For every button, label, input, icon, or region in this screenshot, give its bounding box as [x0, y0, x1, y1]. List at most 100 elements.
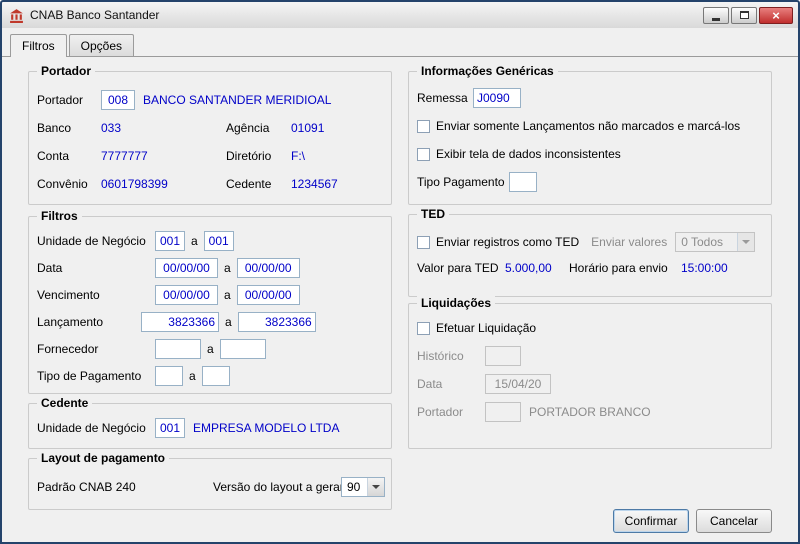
left-column: Portador Portador BANCO SANTANDER MERIDI…	[28, 71, 392, 542]
group-portador: Portador Portador BANCO SANTANDER MERIDI…	[28, 71, 392, 205]
form-row: Enviar somente Lançamentos não marcados …	[417, 112, 763, 140]
tab-filtros[interactable]: Filtros	[10, 34, 67, 57]
range-separator: a	[225, 315, 232, 329]
chevron-down-icon	[737, 233, 754, 251]
group-ted: TED Enviar registros como TED Enviar val…	[408, 214, 772, 297]
tab-opcoes[interactable]: Opções	[69, 34, 134, 56]
liquidacao-data-input	[485, 374, 551, 394]
conta-value: 7777777	[101, 149, 226, 163]
group-ted-title: TED	[417, 207, 449, 221]
checkbox-enviar-registros-ted-label[interactable]: Enviar registros como TED	[436, 235, 579, 249]
group-informacoes-genericas: Informações Genéricas Remessa Enviar som…	[408, 71, 772, 205]
remessa-input[interactable]	[473, 88, 521, 108]
data-from-input[interactable]	[155, 258, 218, 278]
tipo-pagamento-label: Tipo Pagamento	[417, 175, 509, 189]
portador-code-input[interactable]	[101, 90, 135, 110]
lancamento-from-input[interactable]	[141, 312, 219, 332]
diretorio-value: F:\	[291, 149, 305, 163]
checkbox-exibir-tela-dados-inconsistentes-label[interactable]: Exibir tela de dados inconsistentes	[436, 147, 621, 161]
form-row: Remessa	[417, 84, 763, 112]
cedente-unidade-input[interactable]	[155, 418, 185, 438]
enviar-valores-selected-value: 0 Todos	[681, 235, 737, 249]
tipo-pagamento-from-input[interactable]	[155, 366, 183, 386]
checkbox-efetuar-liquidacao-label[interactable]: Efetuar Liquidação	[436, 321, 536, 335]
dialog-window: CNAB Banco Santander × Filtros Opções Po…	[0, 0, 800, 544]
form-row: Convênio 0601798399 Cedente 1234567	[37, 170, 383, 198]
versao-layout-label: Versão do layout a gerar	[213, 480, 341, 494]
checkbox-efetuar-liquidacao[interactable]	[417, 322, 430, 335]
banco-value: 033	[101, 121, 226, 135]
form-row: Vencimento a	[37, 281, 383, 308]
titlebar[interactable]: CNAB Banco Santander ×	[2, 2, 798, 28]
right-column: Informações Genéricas Remessa Enviar som…	[408, 71, 772, 542]
agencia-value: 01091	[291, 121, 324, 135]
valor-ted-value: 5.000,00	[505, 261, 569, 275]
conta-label: Conta	[37, 149, 101, 163]
form-row: Portador BANCO SANTANDER MERIDIOAL	[37, 86, 383, 114]
cancelar-button[interactable]: Cancelar	[696, 509, 772, 533]
range-separator: a	[224, 288, 231, 302]
form-row: Data	[417, 370, 763, 398]
cedente-unidade-label: Unidade de Negócio	[37, 421, 155, 435]
versao-layout-selected-value: 90	[347, 480, 367, 494]
form-row: Efetuar Liquidação	[417, 314, 763, 342]
enviar-valores-label: Enviar valores	[591, 235, 667, 249]
maximize-button[interactable]	[731, 7, 757, 24]
versao-layout-select[interactable]: 90	[341, 477, 385, 497]
group-liquidacoes-title: Liquidações	[417, 296, 495, 310]
valor-ted-label: Valor para TED	[417, 261, 505, 275]
historico-input	[485, 346, 521, 366]
group-cedente-title: Cedente	[37, 396, 92, 410]
cedente-value: 1234567	[291, 177, 338, 191]
unidade-negocio-from-input[interactable]	[155, 231, 185, 251]
tipo-pagamento-range-label: Tipo de Pagamento	[37, 369, 155, 383]
checkbox-enviar-somente-lancamentos-label[interactable]: Enviar somente Lançamentos não marcados …	[436, 119, 740, 133]
form-row: Tipo Pagamento	[417, 168, 763, 196]
vencimento-label: Vencimento	[37, 288, 155, 302]
tab-bar: Filtros Opções	[2, 28, 798, 56]
form-row: Conta 7777777 Diretório F:\	[37, 142, 383, 170]
form-row: Valor para TED 5.000,00 Horário para env…	[417, 255, 763, 281]
close-icon: ×	[772, 9, 780, 22]
convenio-value: 0601798399	[101, 177, 226, 191]
vencimento-from-input[interactable]	[155, 285, 218, 305]
checkbox-enviar-registros-ted[interactable]	[417, 236, 430, 249]
minimize-icon	[712, 18, 720, 21]
lancamento-to-input[interactable]	[238, 312, 316, 332]
diretorio-label: Diretório	[226, 149, 291, 163]
checkbox-enviar-somente-lancamentos[interactable]	[417, 120, 430, 133]
form-row: Portador PORTADOR BRANCO	[417, 398, 763, 426]
tipo-pagamento-input[interactable]	[509, 172, 537, 192]
close-button[interactable]: ×	[759, 7, 793, 24]
horario-envio-label: Horário para envio	[569, 261, 681, 275]
cedente-empresa-value: EMPRESA MODELO LTDA	[193, 421, 339, 435]
dialog-footer: Confirmar Cancelar	[613, 509, 772, 533]
vencimento-to-input[interactable]	[237, 285, 300, 305]
liquidacao-portador-name: PORTADOR BRANCO	[529, 405, 651, 419]
horario-envio-value: 15:00:00	[681, 261, 728, 275]
group-layout-title: Layout de pagamento	[37, 451, 169, 465]
liquidacao-data-label: Data	[417, 377, 485, 391]
convenio-label: Convênio	[37, 177, 101, 191]
banco-label: Banco	[37, 121, 101, 135]
range-separator: a	[224, 261, 231, 275]
unidade-negocio-to-input[interactable]	[204, 231, 234, 251]
confirmar-button[interactable]: Confirmar	[613, 509, 689, 533]
range-separator: a	[189, 369, 196, 383]
tipo-pagamento-to-input[interactable]	[202, 366, 230, 386]
unidade-negocio-label: Unidade de Negócio	[37, 234, 155, 248]
checkbox-exibir-tela-dados-inconsistentes[interactable]	[417, 148, 430, 161]
fornecedor-label: Fornecedor	[37, 342, 155, 356]
data-to-input[interactable]	[237, 258, 300, 278]
remessa-label: Remessa	[417, 91, 473, 105]
group-layout-pagamento: Layout de pagamento Padrão CNAB 240 Vers…	[28, 458, 392, 510]
fornecedor-to-input[interactable]	[220, 339, 266, 359]
fornecedor-from-input[interactable]	[155, 339, 201, 359]
agencia-label: Agência	[226, 121, 291, 135]
form-row: Histórico	[417, 342, 763, 370]
group-info-title: Informações Genéricas	[417, 64, 558, 78]
padrao-cnab-label: Padrão CNAB 240	[37, 480, 213, 494]
minimize-button[interactable]	[703, 7, 729, 24]
portador-label: Portador	[37, 93, 101, 107]
form-row: Unidade de Negócio EMPRESA MODELO LTDA	[37, 418, 383, 438]
